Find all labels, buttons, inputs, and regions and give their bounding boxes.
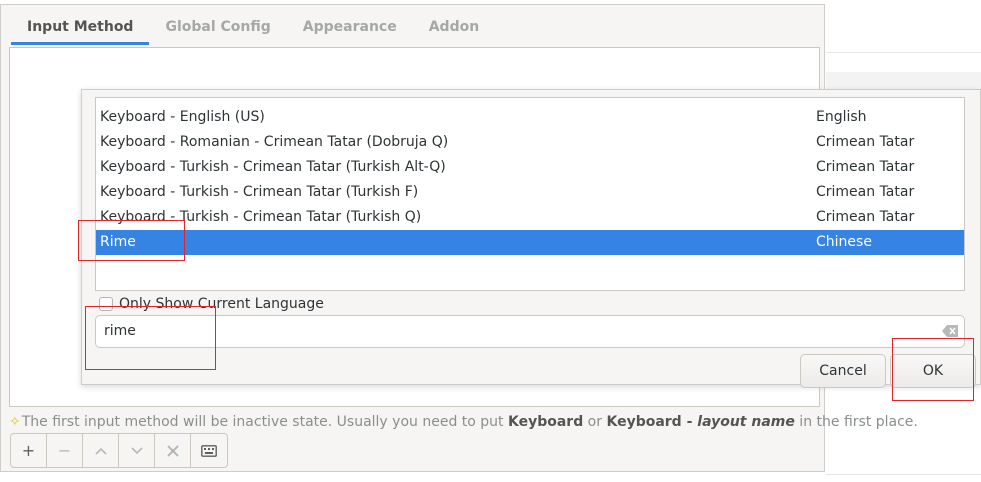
list-item[interactable]: Keyboard - Turkish - Crimean Tatar (Turk… xyxy=(96,180,964,205)
annotation-box-rime-row xyxy=(78,220,185,261)
list-item[interactable]: Keyboard - Turkish - Crimean Tatar (Turk… xyxy=(96,205,964,230)
search-input[interactable]: rime xyxy=(95,315,965,348)
list-item-name: Keyboard - Turkish - Crimean Tatar (Turk… xyxy=(100,159,446,175)
list-item-language: Crimean Tatar xyxy=(816,134,915,150)
tools-icon xyxy=(166,444,179,457)
background-divider xyxy=(826,52,981,53)
background-divider-bottom xyxy=(826,474,981,475)
hint-keyword-keyboard-layout: Keyboard - xyxy=(606,414,698,430)
list-item-language: Chinese xyxy=(816,234,872,250)
minus-icon: − xyxy=(57,441,72,460)
star-icon: ✧ xyxy=(9,414,21,430)
hint-mid: or xyxy=(583,414,607,430)
remove-button[interactable]: − xyxy=(47,434,83,467)
list-item[interactable]: Keyboard - Turkish - Crimean Tatar (Turk… xyxy=(96,155,964,180)
list-item-language: Crimean Tatar xyxy=(816,159,915,175)
list-toolbar: + − xyxy=(10,433,228,468)
list-item-name: Keyboard - Romanian - Crimean Tatar (Dob… xyxy=(100,134,449,150)
list-item-language: English xyxy=(816,109,867,125)
hint-keyword-keyboard: Keyboard xyxy=(507,414,584,430)
keyboard-icon xyxy=(201,444,217,457)
add-input-method-dialog: Keyboard - English (US) English Keyboard… xyxy=(81,89,981,388)
list-item-language: Crimean Tatar xyxy=(816,184,915,200)
list-item-selected[interactable]: Rime Chinese xyxy=(96,230,964,255)
plus-icon: + xyxy=(21,441,36,460)
tab-global-config[interactable]: Global Config xyxy=(149,9,286,45)
hint-text: ✧The first input method will be inactive… xyxy=(9,409,918,435)
tab-bar: Input Method Global Config Appearance Ad… xyxy=(11,9,495,45)
tab-appearance[interactable]: Appearance xyxy=(287,9,413,45)
chevron-up-icon xyxy=(94,447,107,455)
tab-input-method[interactable]: Input Method xyxy=(11,9,150,45)
cancel-button[interactable]: Cancel xyxy=(800,354,886,388)
list-item[interactable]: Keyboard - Romanian - Crimean Tatar (Dob… xyxy=(96,130,964,155)
annotation-box-ok xyxy=(892,338,974,401)
list-item[interactable]: Keyboard - English (US) English xyxy=(96,105,964,130)
keyboard-layout-button[interactable] xyxy=(191,434,227,467)
list-item-name: Keyboard - Turkish - Crimean Tatar (Turk… xyxy=(100,184,419,200)
configure-button[interactable] xyxy=(155,434,191,467)
move-down-button[interactable] xyxy=(119,434,155,467)
hint-prefix: The first input method will be inactive … xyxy=(21,414,508,430)
list-item-language: Crimean Tatar xyxy=(816,209,915,225)
hint-suffix: in the first place. xyxy=(794,414,918,430)
clear-icon[interactable] xyxy=(942,325,958,337)
annotation-box-search xyxy=(85,306,216,370)
available-input-method-list[interactable]: Keyboard - English (US) English Keyboard… xyxy=(95,97,965,291)
hint-layout-name: layout name xyxy=(697,414,795,430)
list-item-name: Keyboard - English (US) xyxy=(100,109,265,125)
move-up-button[interactable] xyxy=(83,434,119,467)
tab-addon[interactable]: Addon xyxy=(413,9,495,45)
add-button[interactable]: + xyxy=(11,434,47,467)
chevron-down-icon xyxy=(130,446,143,454)
